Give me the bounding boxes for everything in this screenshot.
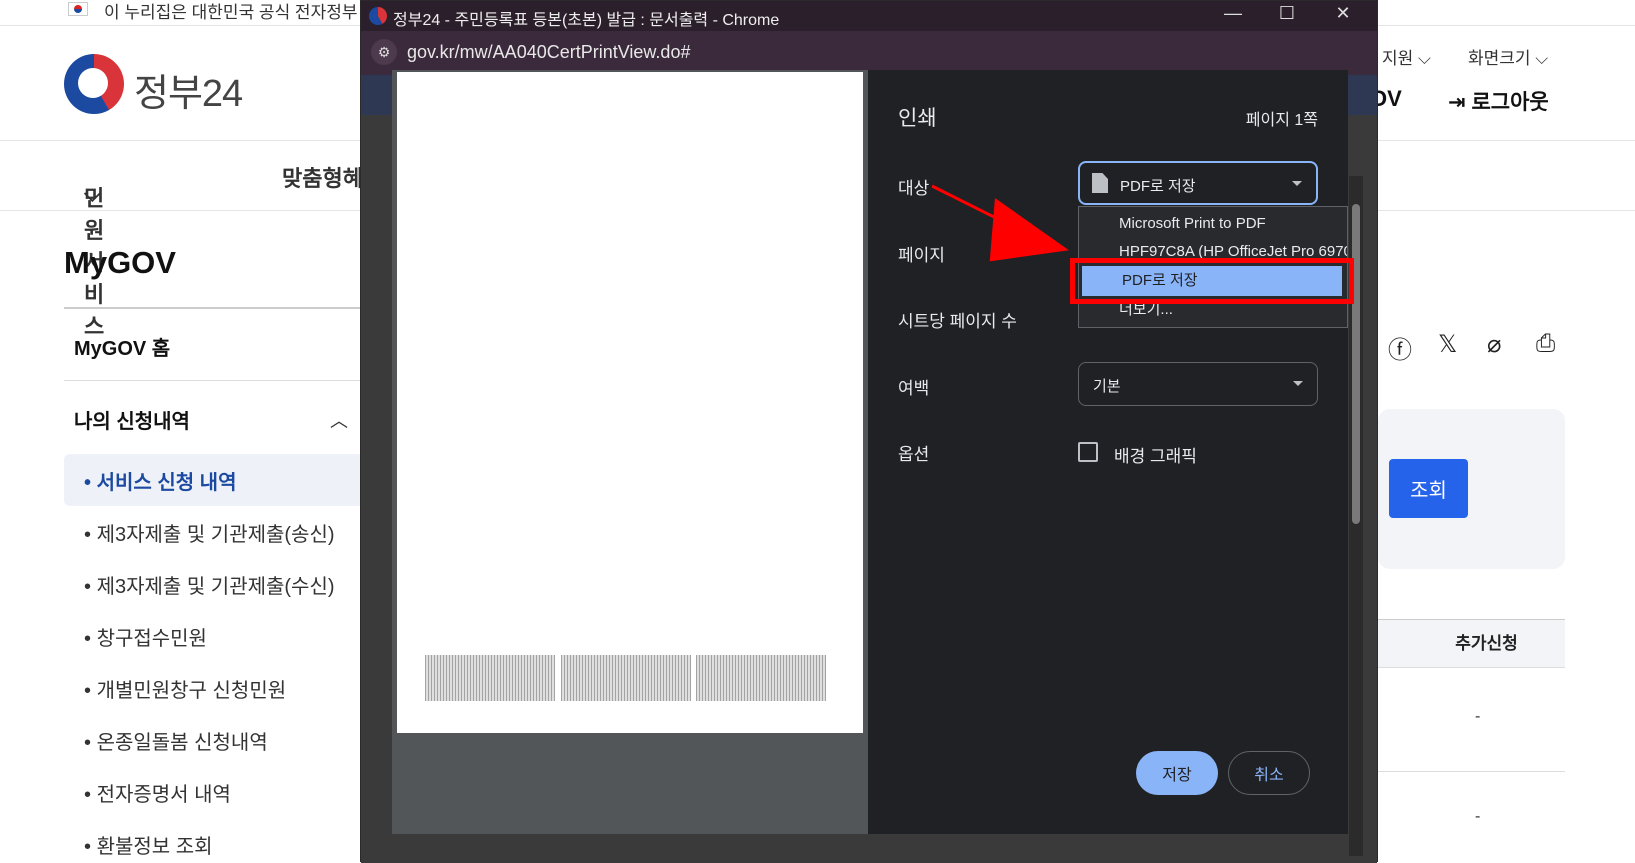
minimize-icon[interactable]: — xyxy=(1213,3,1253,24)
table-row-divider xyxy=(1378,771,1565,772)
print-title: 인쇄 xyxy=(898,107,937,130)
window-titlebar: 정부24 - 주민등록표 등본(초본) 발급 : 문서출력 - Chrome —… xyxy=(361,1,1377,31)
options-label: 옵션 xyxy=(898,445,930,464)
document-icon xyxy=(1092,173,1108,193)
sidebar-title: MyGOV xyxy=(64,245,176,280)
x-icon[interactable]: 𝕏 xyxy=(1438,330,1457,359)
annotation-highlight-box xyxy=(1070,258,1354,304)
window-title: 정부24 - 주민등록표 등본(초본) 발급 : 문서출력 - Chrome xyxy=(393,12,780,29)
maximize-icon[interactable]: ☐ xyxy=(1267,3,1307,24)
logout-button[interactable]: ⇥ 로그아웃 xyxy=(1448,86,1549,116)
site-settings-icon[interactable]: ⚙ xyxy=(371,39,397,65)
table-cell: - xyxy=(1475,808,1481,825)
gov24-logo-text[interactable]: 정부24 xyxy=(134,62,243,117)
sidebar-item-counter[interactable]: • 창구접수민원 xyxy=(84,622,207,651)
korea-flag-icon xyxy=(68,2,88,16)
url-text[interactable]: gov.kr/mw/AA040CertPrintView.do# xyxy=(407,42,690,63)
nav-item-custom-benefits[interactable]: 맞춤형혜 xyxy=(282,161,363,193)
print-icon[interactable]: ⎙ xyxy=(1536,330,1555,358)
destination-label: 대상 xyxy=(898,179,930,198)
pages-per-sheet-label: 시트당 페이지 수 xyxy=(898,312,1017,331)
destination-select[interactable]: PDF로 저장 xyxy=(1078,161,1318,205)
preview-barcode xyxy=(425,655,555,701)
background-graphics-label[interactable]: 배경 그래픽 xyxy=(1114,442,1197,467)
logout-icon: ⇥ xyxy=(1448,91,1466,114)
paperclip-icon[interactable]: ⌀ xyxy=(1487,330,1501,359)
chevron-up-icon[interactable]: ︿ xyxy=(330,407,348,433)
save-button[interactable]: 저장 xyxy=(1136,751,1218,795)
annotation-arrow-icon xyxy=(931,184,1069,262)
sidebar-item-third-party-received[interactable]: • 제3자제출 및 기관제출(수신) xyxy=(84,570,335,599)
header-link-zoom[interactable]: 화면크기 ⌵ xyxy=(1468,44,1548,69)
sidebar-item-individual-counter[interactable]: • 개별민원창구 신청민원 xyxy=(84,674,286,703)
chevron-down-icon: ⌵ xyxy=(84,181,101,206)
sidebar-item-refund[interactable]: • 환불정보 조회 xyxy=(84,830,213,859)
sidebar-item-home[interactable]: MyGOV 홈 xyxy=(74,332,170,361)
gov-banner-text: 이 누리집은 대한민국 공식 전자정부 xyxy=(104,3,358,22)
scrollbar-thumb[interactable] xyxy=(1352,204,1360,524)
sidebar-item-e-certificate[interactable]: • 전자증명서 내역 xyxy=(84,778,231,807)
page-count: 페이지 1쪽 xyxy=(1245,112,1318,129)
preview-page xyxy=(397,72,863,733)
caret-down-icon xyxy=(1292,181,1302,186)
caret-down-icon xyxy=(1293,381,1303,386)
address-bar: ⚙ gov.kr/mw/AA040CertPrintView.do# xyxy=(361,31,1377,75)
close-icon[interactable]: ✕ xyxy=(1323,3,1363,24)
sidebar-item-service-applications[interactable]: • 서비스 신청 내역 xyxy=(84,466,236,495)
sidebar-divider xyxy=(64,307,364,309)
destination-value: PDF로 저장 xyxy=(1120,178,1196,195)
dropdown-option-ms-print-pdf[interactable]: Microsoft Print to PDF xyxy=(1079,209,1347,239)
preview-barcode xyxy=(696,655,826,701)
sidebar-divider xyxy=(64,380,364,381)
table-cell: - xyxy=(1475,708,1481,725)
sidebar-item-third-party-sent[interactable]: • 제3자제출 및 기관제출(송신) xyxy=(84,518,335,547)
facebook-icon[interactable]: ⓕ xyxy=(1388,330,1412,365)
background-graphics-checkbox[interactable] xyxy=(1078,442,1098,462)
sidebar-item-all-day-care[interactable]: • 온종일돌봄 신청내역 xyxy=(84,726,268,755)
cancel-button[interactable]: 취소 xyxy=(1228,751,1310,795)
header-link-support[interactable]: 지원 ⌵ xyxy=(1382,44,1431,69)
gov24-favicon-icon xyxy=(369,7,387,25)
margins-value: 기본 xyxy=(1093,378,1121,395)
gov24-logo-icon[interactable] xyxy=(64,54,124,114)
margins-select[interactable]: 기본 xyxy=(1078,362,1318,406)
sidebar-group-applications[interactable]: 나의 신청내역 xyxy=(74,405,190,434)
query-button[interactable]: 조회 xyxy=(1389,459,1468,518)
table-header-additional: 추가신청 xyxy=(1378,619,1565,668)
margins-label: 여백 xyxy=(898,379,930,398)
preview-barcode xyxy=(561,655,691,701)
